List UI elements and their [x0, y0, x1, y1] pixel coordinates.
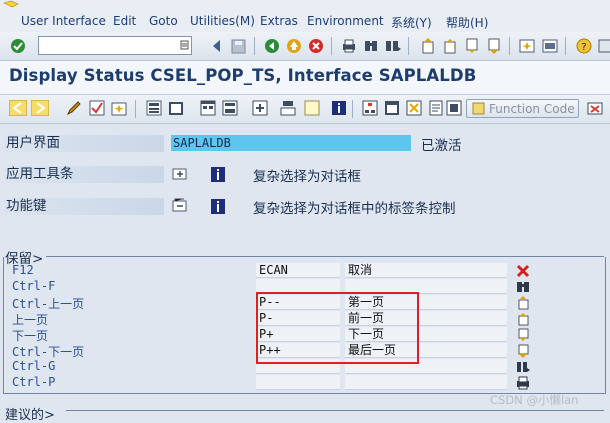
- function-text-cell[interactable]: 取消: [345, 263, 507, 278]
- find-icon[interactable]: [362, 37, 380, 55]
- page-title: Display Status CSEL_POP_TS, Interface SA…: [9, 66, 477, 85]
- function-code-icon: [472, 102, 485, 115]
- find-next-icon[interactable]: [384, 37, 402, 55]
- command-field[interactable]: [38, 36, 192, 55]
- find-icon: [517, 282, 529, 292]
- suggested-keys-title: 建议的>: [5, 408, 55, 423]
- svg-text:?: ?: [581, 42, 586, 53]
- function-keys-text: 复杂选择为对话框中的标签条控制: [253, 201, 456, 217]
- attributes-icon[interactable]: [427, 99, 445, 117]
- next-page-icon: [518, 328, 529, 341]
- annotation-highlight-box: [256, 292, 419, 364]
- toolbar-separator: [352, 100, 353, 118]
- menu-user-interface[interactable]: User Interface: [21, 14, 106, 28]
- menu-environment[interactable]: Environment: [307, 14, 384, 28]
- hierarchy-icon[interactable]: [361, 99, 379, 117]
- key-name: Ctrl-上一页: [12, 297, 85, 311]
- menu-extras[interactable]: Extras: [260, 14, 298, 28]
- new-session-icon[interactable]: [518, 37, 536, 55]
- key-settings-icon[interactable]: [405, 99, 423, 117]
- previous-page-icon[interactable]: [441, 37, 459, 55]
- previous-page-icon: [518, 313, 529, 326]
- expand-left-icon[interactable]: [207, 37, 225, 55]
- function-text-cell[interactable]: [345, 375, 507, 390]
- display-change-icon[interactable]: [65, 99, 83, 117]
- app-toolbar-label: 应用工具条: [4, 166, 164, 183]
- frame-border: [66, 410, 604, 411]
- toolbar-separator: [331, 37, 332, 55]
- next-object-icon[interactable]: [31, 99, 49, 117]
- activate-icon[interactable]: [110, 99, 128, 117]
- help-icon[interactable]: ?: [575, 37, 593, 55]
- frame-border: [46, 256, 604, 257]
- function-code-cell[interactable]: ECAN: [256, 263, 340, 278]
- toolbar-separator: [254, 37, 255, 55]
- function-list-icon[interactable]: [279, 99, 297, 117]
- info-icon[interactable]: [330, 99, 348, 117]
- translation-icon[interactable]: [445, 99, 463, 117]
- previous-object-icon[interactable]: [9, 99, 27, 117]
- key-name: Ctrl-下一页: [12, 345, 85, 359]
- app-toolbar-text: 复杂选择为对话框: [253, 169, 361, 185]
- key-name: Ctrl-F: [12, 279, 56, 293]
- first-page-icon[interactable]: [419, 37, 437, 55]
- key-name: Ctrl-G: [12, 359, 56, 373]
- key-name: 上一页: [12, 313, 49, 327]
- toolbar-separator: [509, 37, 510, 55]
- menu-system[interactable]: 系统(Y): [391, 14, 432, 31]
- next-page-icon[interactable]: [463, 37, 481, 55]
- menu-goto[interactable]: Goto: [149, 14, 178, 28]
- exit-icon[interactable]: [285, 37, 303, 55]
- print-icon[interactable]: [340, 37, 358, 55]
- menu-help[interactable]: 帮助(H): [446, 14, 488, 31]
- command-dropdown-icon[interactable]: [180, 39, 189, 51]
- last-page-icon: [518, 344, 529, 358]
- function-code-button[interactable]: Function Code: [466, 99, 579, 118]
- where-used-icon[interactable]: [145, 99, 163, 117]
- menu-edit[interactable]: Edit: [113, 14, 136, 28]
- save-icon[interactable]: [229, 37, 247, 55]
- back-icon[interactable]: [263, 37, 281, 55]
- function-code-cell[interactable]: [256, 375, 340, 390]
- function-code-label: Function Code: [489, 101, 575, 116]
- enter-icon[interactable]: [9, 37, 27, 55]
- interface-status: 已激活: [421, 138, 462, 154]
- object-list-icon[interactable]: [167, 99, 185, 117]
- toolbar-separator: [565, 37, 566, 55]
- key-name: Ctrl-P: [12, 375, 56, 389]
- interface-value[interactable]: SAPLALDB: [171, 135, 411, 151]
- toolbar-separator: [408, 37, 409, 55]
- key-name: F12: [12, 263, 34, 277]
- first-page-icon: [518, 296, 529, 310]
- system-menu-icon[interactable]: [3, 0, 19, 14]
- insert-icon[interactable]: [251, 99, 269, 117]
- expand-node-icon[interactable]: [171, 165, 189, 183]
- menu-painter-icon[interactable]: [199, 99, 217, 117]
- toolbar-separator: [135, 100, 136, 118]
- print-icon: [517, 376, 529, 390]
- watermark: CSDN @小懒lan: [490, 393, 579, 407]
- cancel-icon: [516, 264, 530, 278]
- collapse-node-icon[interactable]: [171, 197, 189, 215]
- key-name: 下一页: [12, 329, 49, 343]
- info-icon[interactable]: [209, 197, 227, 215]
- function-keys-label: 功能键: [4, 198, 164, 215]
- find-next-icon: [517, 362, 530, 372]
- status-list-icon[interactable]: [303, 99, 321, 117]
- menu-utilities[interactable]: Utilities(M): [190, 14, 255, 28]
- cancel-icon[interactable]: [307, 37, 325, 55]
- menu-bar: User Interface Edit Goto Utilities(M) Ex…: [0, 0, 610, 32]
- last-page-icon[interactable]: [485, 37, 503, 55]
- customize-layout-icon[interactable]: [596, 37, 610, 55]
- info-icon[interactable]: [209, 165, 227, 183]
- check-icon[interactable]: [88, 99, 106, 117]
- shortcut-icon[interactable]: [541, 37, 559, 55]
- interface-label: 用户界面: [4, 135, 164, 152]
- toolbar-painter-icon[interactable]: [221, 99, 239, 117]
- title-list-icon[interactable]: [383, 99, 401, 117]
- delete-icon[interactable]: [586, 99, 604, 117]
